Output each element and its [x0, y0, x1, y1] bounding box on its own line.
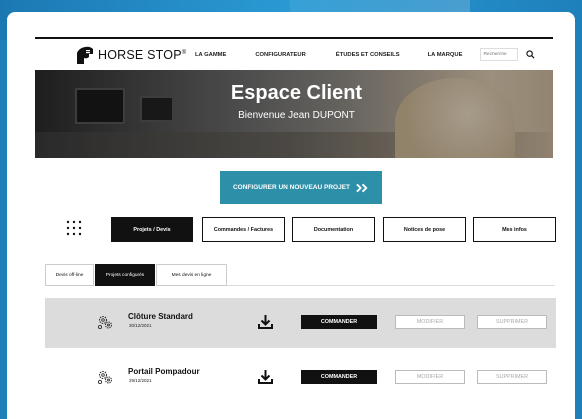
main-tabs: Projets / Devis Commandes / Factures Doc…	[0, 217, 582, 242]
download-icon[interactable]	[258, 314, 273, 329]
double-chevron-right-icon	[356, 183, 368, 192]
subtab-devis-off-line[interactable]: Devis off-line	[45, 264, 94, 286]
gear-cluster-icon	[97, 315, 113, 330]
configure-new-project-button[interactable]: CONFIGURER UN NOUVEAU PROJET	[220, 171, 382, 204]
nav-item-la-marque[interactable]: LA MARQUE	[428, 52, 463, 58]
top-navigation: HORSE STOP® LA GAMME CONFIGURATEUR ÉTUDE…	[35, 37, 553, 70]
tab-notices-de-pose[interactable]: Notices de pose	[383, 217, 466, 242]
tab-projets-devis[interactable]: Projets / Devis	[111, 217, 193, 242]
project-name: Clôture Standard	[128, 312, 193, 321]
project-row: Portail Pompadour 29/12/2021 COMMANDER M…	[45, 353, 556, 403]
delete-button[interactable]: SUPPRIMER	[477, 370, 547, 384]
edit-button[interactable]: MODIFIER	[395, 370, 465, 384]
search-input[interactable]	[480, 48, 519, 61]
order-button[interactable]: COMMANDER	[301, 315, 377, 329]
project-name: Portail Pompadour	[128, 367, 200, 376]
order-button[interactable]: COMMANDER	[301, 370, 377, 384]
tab-mes-infos[interactable]: Mes infos	[473, 217, 556, 242]
tab-documentation[interactable]: Documentation	[292, 217, 375, 242]
gear-cluster-icon	[97, 370, 113, 385]
hero-title: Espace Client	[230, 82, 363, 104]
download-icon[interactable]	[258, 369, 273, 384]
edit-button[interactable]: MODIFIER	[395, 315, 465, 329]
project-date: 29/12/2021	[129, 378, 152, 383]
search-icon[interactable]	[526, 50, 535, 59]
main-menu: LA GAMME CONFIGURATEUR ÉTUDES ET CONSEIL…	[195, 52, 462, 58]
nav-item-etudes-conseils[interactable]: ÉTUDES ET CONSEILS	[336, 52, 400, 58]
horse-head-logo-icon	[77, 46, 93, 64]
subtabs-divider	[227, 285, 555, 286]
project-row: Clôture Standard 30/12/2021 COMMANDER MO…	[45, 298, 556, 348]
subtab-mes-devis-en-ligne[interactable]: Mes devis en ligne	[156, 264, 227, 286]
nav-item-configurateur[interactable]: CONFIGURATEUR	[255, 52, 305, 58]
brand-name: HORSE STOP®	[98, 47, 187, 62]
delete-button[interactable]: SUPPRIMER	[477, 315, 547, 329]
hero-subtitle: Bienvenue Jean DUPONT	[238, 110, 355, 121]
cta-label: CONFIGURER UN NOUVEAU PROJET	[232, 184, 350, 191]
tab-commandes-factures[interactable]: Commandes / Factures	[202, 217, 285, 242]
hero-banner: Espace Client Bienvenue Jean DUPONT	[35, 70, 553, 158]
brand-logo[interactable]: HORSE STOP®	[75, 45, 195, 65]
nav-item-la-gamme[interactable]: LA GAMME	[195, 52, 226, 58]
subtab-projets-configures[interactable]: Projets configurés	[95, 264, 155, 286]
project-date: 30/12/2021	[129, 323, 152, 328]
